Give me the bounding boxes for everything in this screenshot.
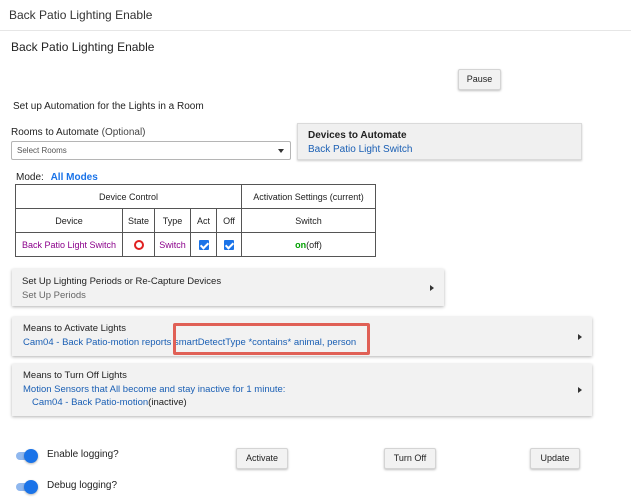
state-cell	[122, 232, 155, 257]
table-row: Back Patio Light Switch Switch on(off)	[15, 232, 376, 257]
switch-on-text: on	[295, 239, 307, 250]
highlight-box	[173, 323, 370, 355]
off-checkbox[interactable]	[224, 239, 234, 250]
rooms-select[interactable]: Select Rooms	[11, 141, 291, 160]
toggle-knob	[24, 480, 38, 494]
activation-settings-header: Activation Settings (current)	[241, 184, 376, 209]
devices-to-automate-card[interactable]: Devices to Automate Back Patio Light Swi…	[297, 123, 582, 160]
device-control-header: Device Control	[15, 184, 242, 209]
app-title: Back Patio Lighting Enable	[9, 8, 153, 22]
mode-value-link[interactable]: All Modes	[51, 172, 98, 183]
turnoff-state-text: (inactive)	[148, 397, 187, 408]
devices-card-value: Back Patio Light Switch	[308, 144, 413, 155]
devices-card-title: Devices to Automate	[308, 130, 407, 141]
rooms-label-text: Rooms to Automate	[11, 127, 99, 138]
activate-card-title: Means to Activate Lights	[23, 323, 126, 334]
col-state: State	[122, 208, 155, 233]
expand-arrow-icon	[430, 285, 434, 291]
col-switch: Switch	[241, 208, 376, 233]
device-name-link[interactable]: Back Patio Light Switch	[15, 232, 123, 257]
turnoff-card-line1: Motion Sensors that All become and stay …	[23, 384, 286, 395]
turnoff-card-title: Means to Turn Off Lights	[23, 370, 127, 381]
col-off: Off	[216, 208, 242, 233]
periods-card-title: Set Up Lighting Periods or Re-Capture De…	[22, 276, 222, 287]
type-cell: Switch	[154, 232, 191, 257]
enable-logging-label: Enable logging?	[47, 449, 119, 460]
rooms-optional-text: (Optional)	[101, 127, 146, 138]
turn-off-button[interactable]: Turn Off	[384, 448, 436, 469]
turnoff-card-line2: Cam04 - Back Patio-motion(inactive)	[32, 397, 187, 408]
col-device: Device	[15, 208, 123, 233]
mode-row: Mode: All Modes	[16, 172, 98, 183]
debug-logging-toggle[interactable]	[16, 480, 38, 494]
pause-button[interactable]: Pause	[458, 69, 501, 90]
act-cell	[190, 232, 217, 257]
chevron-down-icon	[278, 149, 284, 153]
mode-label: Mode:	[16, 172, 44, 183]
activate-button[interactable]: Activate	[236, 448, 288, 469]
periods-card-subtitle: Set Up Periods	[22, 290, 86, 301]
expand-arrow-icon	[578, 387, 582, 393]
rooms-select-value: Select Rooms	[17, 146, 67, 155]
toggle-knob	[24, 449, 38, 463]
switch-cell[interactable]: on(off)	[241, 232, 376, 257]
rooms-label: Rooms to Automate (Optional)	[11, 127, 146, 138]
lighting-periods-card[interactable]: Set Up Lighting Periods or Re-Capture De…	[12, 269, 444, 306]
turnoff-device-text: Cam04 - Back Patio-motion	[32, 397, 149, 408]
state-off-icon	[133, 239, 144, 250]
col-act: Act	[190, 208, 217, 233]
expand-arrow-icon	[578, 334, 582, 340]
debug-logging-label: Debug logging?	[47, 480, 118, 491]
setup-section-title: Set up Automation for the Lights in a Ro…	[13, 101, 204, 112]
device-control-table: Device Control Activation Settings (curr…	[15, 184, 376, 257]
col-type: Type	[154, 208, 191, 233]
page-title: Back Patio Lighting Enable	[11, 40, 155, 54]
switch-current-text: (off)	[306, 239, 322, 250]
update-button[interactable]: Update	[530, 448, 580, 469]
turn-off-lights-card[interactable]: Means to Turn Off Lights Motion Sensors …	[12, 364, 592, 416]
enable-logging-toggle[interactable]	[16, 449, 38, 463]
off-cell	[216, 232, 242, 257]
act-checkbox[interactable]	[198, 239, 209, 250]
